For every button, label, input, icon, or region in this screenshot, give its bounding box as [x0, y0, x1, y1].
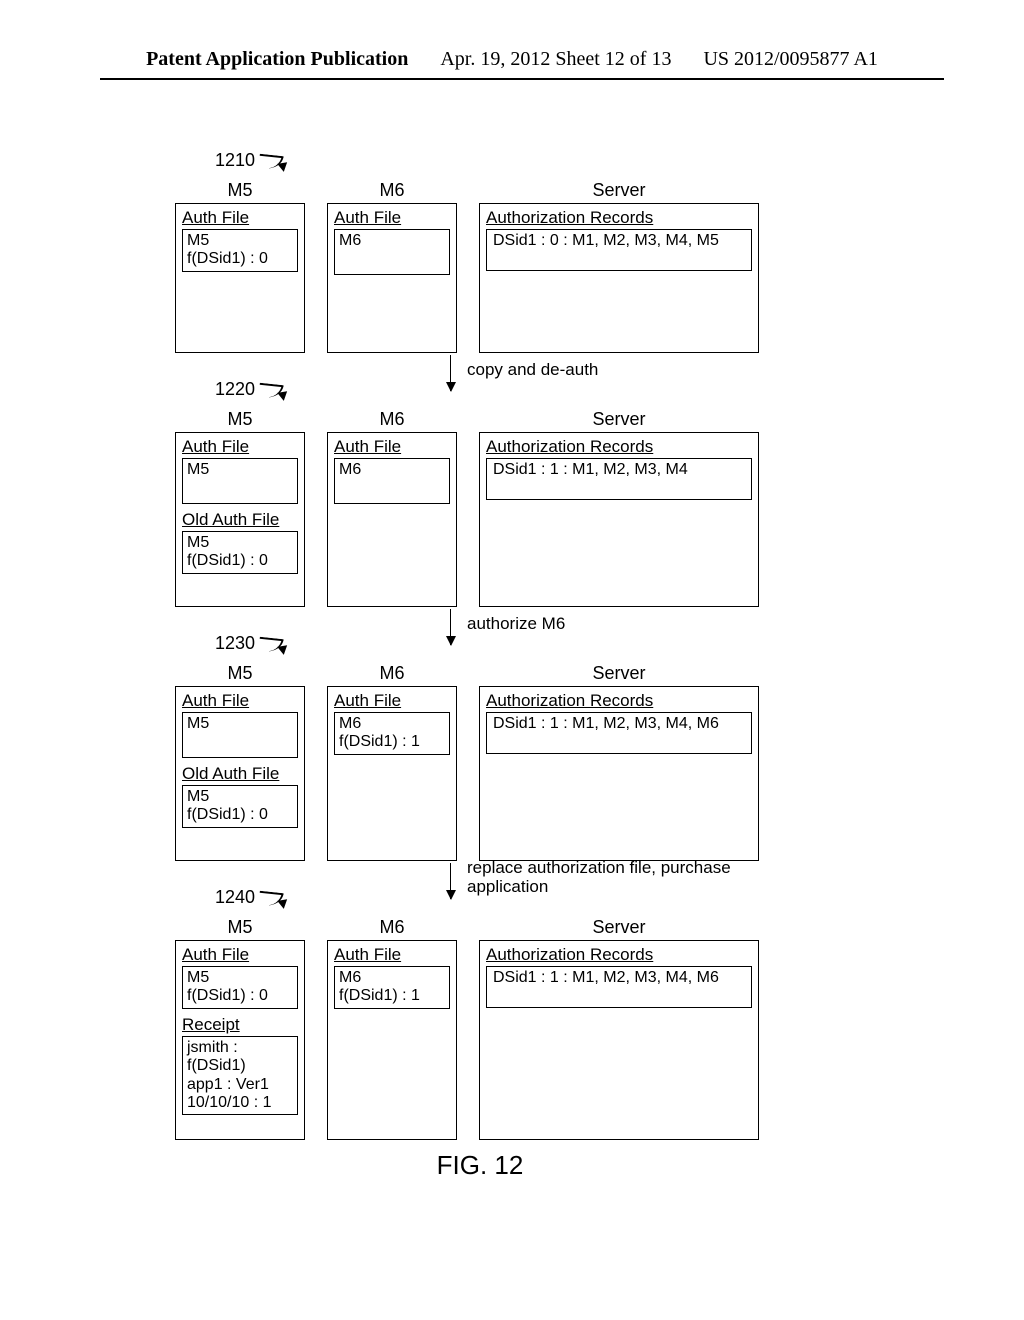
col-header-m6: M6 [327, 180, 457, 201]
auth-file-title: Auth File [334, 208, 450, 228]
m5-box: Auth File M5 f(DSid1) : 0 [175, 203, 305, 353]
auth-record: DSid1 : 1 : M1, M2, M3, M4, M6 [486, 712, 752, 754]
header-center: Apr. 19, 2012 Sheet 12 of 13 [440, 48, 671, 70]
m6-box: Auth File M6 [327, 203, 457, 353]
m5-box: Auth File M5 f(DSid1) : 0 Receipt jsmith… [175, 940, 305, 1140]
ref-arrow-icon [259, 380, 287, 400]
reference-1230: 1230 [215, 633, 287, 654]
receipt-content: jsmith : f(DSid1) app1 : Ver1 10/10/10 :… [182, 1036, 298, 1116]
step-label: replace authorization file, purchase app… [467, 859, 767, 896]
state-1240: 1240 M5 Auth File M5 f(DSid1) : 0 Receip… [175, 917, 785, 1140]
server-box: Authorization Records DSid1 : 0 : M1, M2… [479, 203, 759, 353]
old-auth-file-content: M5 f(DSid1) : 0 [182, 785, 298, 828]
col-header-m5: M5 [175, 180, 305, 201]
server-box: Authorization Records DSid1 : 1 : M1, M2… [479, 432, 759, 607]
figure-12: 1210 M5 Auth File M5 f(DSid1) : 0 M6 Aut… [175, 180, 785, 1181]
auth-file-content: M5 f(DSid1) : 0 [182, 229, 298, 272]
auth-file-content: M6 f(DSid1) : 1 [334, 712, 450, 755]
auth-file-title: Auth File [182, 208, 298, 228]
ref-arrow-icon [259, 151, 287, 171]
page-header: Patent Application Publication Apr. 19, … [0, 48, 1024, 71]
step-label: copy and de-auth [467, 361, 598, 380]
arrow-down-icon [450, 355, 451, 391]
col-header-server: Server [479, 180, 759, 201]
header-rule [100, 78, 944, 80]
header-left: Patent Application Publication [146, 48, 408, 70]
receipt-title: Receipt [182, 1015, 298, 1035]
figure-caption: FIG. 12 [175, 1150, 785, 1181]
step-label: authorize M6 [467, 615, 565, 634]
arrow-down-icon [450, 609, 451, 645]
auth-file-content: M5 [182, 458, 298, 504]
auth-file-content: M6 [334, 229, 450, 275]
state-1220: 1220 M5 Auth File M5 Old Auth File M5 f(… [175, 409, 785, 607]
m5-box: Auth File M5 Old Auth File M5 f(DSid1) :… [175, 432, 305, 607]
server-box: Authorization Records DSid1 : 1 : M1, M2… [479, 940, 759, 1140]
m6-box: Auth File M6 f(DSid1) : 1 [327, 940, 457, 1140]
auth-file-content: M6 f(DSid1) : 1 [334, 966, 450, 1009]
auth-record: DSid1 : 0 : M1, M2, M3, M4, M5 [486, 229, 752, 271]
auth-file-content: M5 f(DSid1) : 0 [182, 966, 298, 1009]
m6-box: Auth File M6 f(DSid1) : 1 [327, 686, 457, 861]
ref-arrow-icon [259, 634, 287, 654]
old-auth-file-title: Old Auth File [182, 510, 298, 530]
auth-record: DSid1 : 1 : M1, M2, M3, M4, M6 [486, 966, 752, 1008]
m6-box: Auth File M6 [327, 432, 457, 607]
auth-file-content: M5 [182, 712, 298, 758]
ref-arrow-icon [259, 888, 287, 908]
m5-box: Auth File M5 Old Auth File M5 f(DSid1) :… [175, 686, 305, 861]
old-auth-file-content: M5 f(DSid1) : 0 [182, 531, 298, 574]
reference-1220: 1220 [215, 379, 287, 400]
header-right: US 2012/0095877 A1 [703, 48, 877, 70]
server-box: Authorization Records DSid1 : 1 : M1, M2… [479, 686, 759, 861]
reference-1210: 1210 [215, 150, 287, 171]
state-1210: 1210 M5 Auth File M5 f(DSid1) : 0 M6 Aut… [175, 180, 785, 353]
auth-record: DSid1 : 1 : M1, M2, M3, M4 [486, 458, 752, 500]
state-1230: 1230 M5 Auth File M5 Old Auth File M5 f(… [175, 663, 785, 861]
arrow-down-icon [450, 863, 451, 899]
auth-file-content: M6 [334, 458, 450, 504]
reference-1240: 1240 [215, 887, 287, 908]
auth-records-title: Authorization Records [486, 208, 752, 228]
